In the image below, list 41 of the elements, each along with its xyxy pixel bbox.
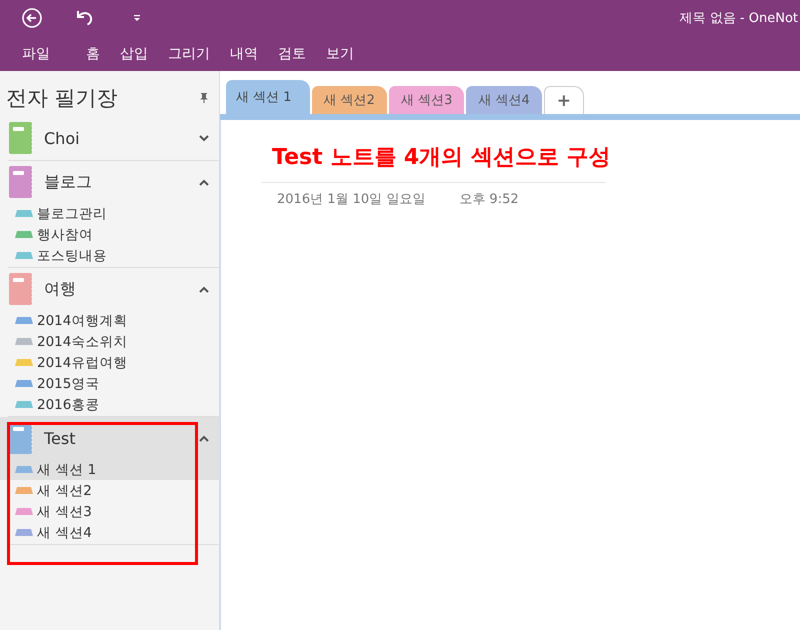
section-item[interactable]: 포스팅내용: [0, 245, 219, 266]
notebook-item[interactable]: Test: [0, 417, 219, 459]
page-time: 오후 9:52: [459, 191, 519, 208]
section-item[interactable]: 행사참여: [0, 224, 219, 245]
collapse-icon[interactable]: [199, 178, 209, 186]
expand-icon[interactable]: [199, 134, 209, 142]
undo-icon[interactable]: [75, 9, 95, 27]
notebooks-title: 전자 필기장: [6, 85, 118, 112]
section-item[interactable]: 2014유럽여행: [0, 352, 219, 373]
section-tab[interactable]: 새 섹션 1: [226, 80, 310, 114]
section-item[interactable]: 2015영국: [0, 373, 219, 394]
pin-icon[interactable]: [199, 92, 209, 104]
ribbon-tab[interactable]: 홈: [76, 44, 110, 62]
window-title: 제목 없음 - OneNot: [680, 10, 798, 27]
ribbon-tab[interactable]: 검토: [268, 44, 316, 62]
section-item[interactable]: 새 섹션 1: [0, 459, 219, 480]
section-item[interactable]: 새 섹션2: [0, 480, 219, 501]
section-item[interactable]: 블로그관리: [0, 203, 219, 224]
ribbon-tab[interactable]: 삽입: [110, 44, 158, 62]
collapse-icon[interactable]: [199, 286, 209, 292]
section-tab[interactable]: 새 섹션2: [312, 86, 387, 114]
ribbon-tab[interactable]: 그리기: [158, 44, 220, 62]
section-item[interactable]: 2014숙소위치: [0, 331, 219, 352]
section-tab[interactable]: 새 섹션4: [466, 86, 542, 114]
ribbon-tab[interactable]: 내역: [220, 44, 268, 62]
section-item[interactable]: 2016홍콩: [0, 394, 219, 415]
notebook-item[interactable]: 블로그: [0, 161, 219, 203]
ribbon-tab[interactable]: 파일: [12, 44, 60, 62]
back-icon[interactable]: [21, 7, 43, 29]
collapse-icon[interactable]: [199, 434, 209, 442]
section-tab[interactable]: 새 섹션3: [388, 86, 464, 114]
add-section-tab[interactable]: +: [544, 86, 584, 114]
notebook-item[interactable]: 여행: [0, 268, 219, 310]
section-item[interactable]: 2014여행계획: [0, 310, 219, 331]
page-title[interactable]: Test 노트를 4개의 섹션으로 구성: [262, 142, 606, 183]
section-item[interactable]: 새 섹션3: [0, 501, 219, 522]
dropdown-icon[interactable]: [133, 14, 141, 22]
notebook-item[interactable]: Choi: [0, 117, 219, 159]
page-date: 2016년 1월 10일 일요일: [277, 191, 426, 208]
section-item[interactable]: 새 섹션4: [0, 522, 219, 543]
ribbon-tab[interactable]: 보기: [316, 44, 364, 62]
